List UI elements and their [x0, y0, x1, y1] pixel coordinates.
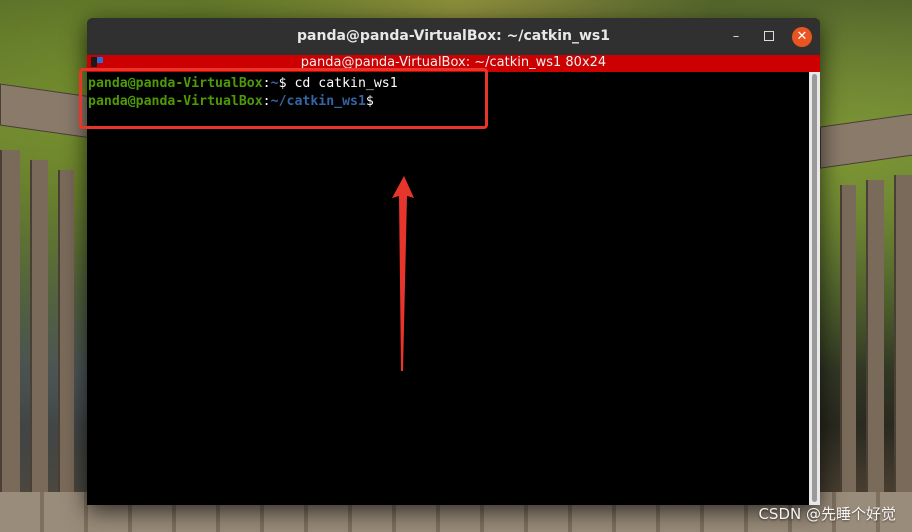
maximize-button[interactable]: [759, 27, 779, 47]
bridge-post: [866, 180, 884, 532]
bridge-post: [840, 185, 856, 532]
bridge-post: [0, 150, 20, 532]
bridge-post: [894, 175, 912, 532]
title-bar[interactable]: panda@panda-VirtualBox: ~/catkin_ws1 – ✕: [87, 18, 820, 55]
bridge-post: [58, 170, 74, 532]
scrollbar-thumb[interactable]: [812, 74, 817, 502]
annotation-highlight-box: [79, 68, 488, 129]
window-title: panda@panda-VirtualBox: ~/catkin_ws1: [297, 28, 610, 44]
maximize-icon: [764, 30, 774, 41]
bridge-post: [30, 160, 48, 532]
close-button[interactable]: ✕: [792, 27, 812, 47]
watermark: CSDN @先睡个好觉: [758, 505, 896, 523]
annotation-arrow-up-icon: [392, 176, 414, 371]
minimize-button[interactable]: –: [726, 27, 746, 47]
terminal-scrollbar[interactable]: [809, 72, 820, 505]
terminal-output[interactable]: panda@panda-VirtualBox:~$ cd catkin_ws1 …: [87, 72, 809, 505]
